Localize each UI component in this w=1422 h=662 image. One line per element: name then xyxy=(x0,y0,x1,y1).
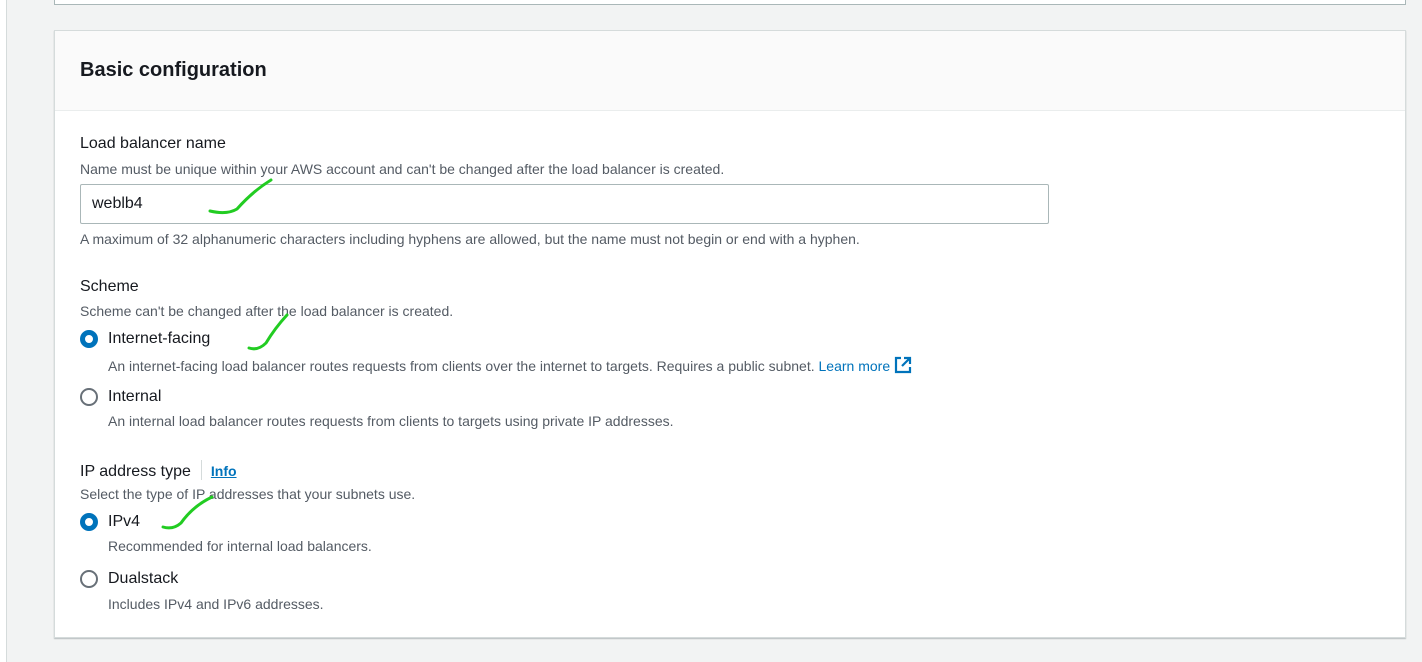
ip-type-description: Select the type of IP addresses that you… xyxy=(80,486,416,502)
radio-internet-facing[interactable] xyxy=(80,330,98,348)
scheme-option-internet-facing[interactable]: Internet-facing xyxy=(80,330,210,348)
external-link-icon xyxy=(894,356,912,377)
panel-header: Basic configuration xyxy=(55,31,1405,111)
scheme-description: Scheme can't be changed after the load b… xyxy=(80,303,454,319)
ip-option-dualstack[interactable]: Dualstack xyxy=(80,570,178,588)
lb-name-constraint: A maximum of 32 alphanumeric characters … xyxy=(80,231,860,247)
radio-dualstack[interactable] xyxy=(80,570,98,588)
scheme-label: Scheme xyxy=(80,278,139,295)
radio-internal[interactable] xyxy=(80,388,98,406)
dualstack-description: Includes IPv4 and IPv6 addresses. xyxy=(108,596,324,612)
radio-label-internet-facing: Internet-facing xyxy=(108,330,211,347)
radio-label-ipv4: IPv4 xyxy=(108,513,141,530)
internal-description: An internal load balancer routes request… xyxy=(108,413,674,429)
lb-name-label: Load balancer name xyxy=(80,135,226,152)
internet-facing-description: An internet-facing load balancer routes … xyxy=(108,356,912,377)
ipv4-description: Recommended for internal load balancers. xyxy=(108,538,372,554)
ip-type-label: IP address type xyxy=(80,463,191,480)
ip-type-label-row: IP address type Info xyxy=(80,460,237,481)
internet-facing-description-text: An internet-facing load balancer routes … xyxy=(108,358,815,374)
lb-name-description: Name must be unique within your AWS acco… xyxy=(80,161,725,177)
radio-label-internal: Internal xyxy=(108,388,162,405)
ip-option-ipv4[interactable]: IPv4 xyxy=(80,513,140,531)
panel-title: Basic configuration xyxy=(80,59,267,81)
lb-name-input[interactable] xyxy=(80,184,1049,224)
radio-label-dualstack: Dualstack xyxy=(108,570,179,587)
basic-configuration-panel: Basic configuration Load balancer name N… xyxy=(54,30,1406,638)
scheme-option-internal[interactable]: Internal xyxy=(80,388,161,406)
info-separator xyxy=(200,460,202,480)
info-link[interactable]: Info xyxy=(211,463,237,479)
left-panel-edge xyxy=(0,0,7,662)
previous-section-edge xyxy=(54,0,1406,5)
radio-ipv4[interactable] xyxy=(80,513,98,531)
learn-more-link-text: Learn more xyxy=(818,358,891,374)
learn-more-link[interactable]: Learn more xyxy=(818,356,913,377)
